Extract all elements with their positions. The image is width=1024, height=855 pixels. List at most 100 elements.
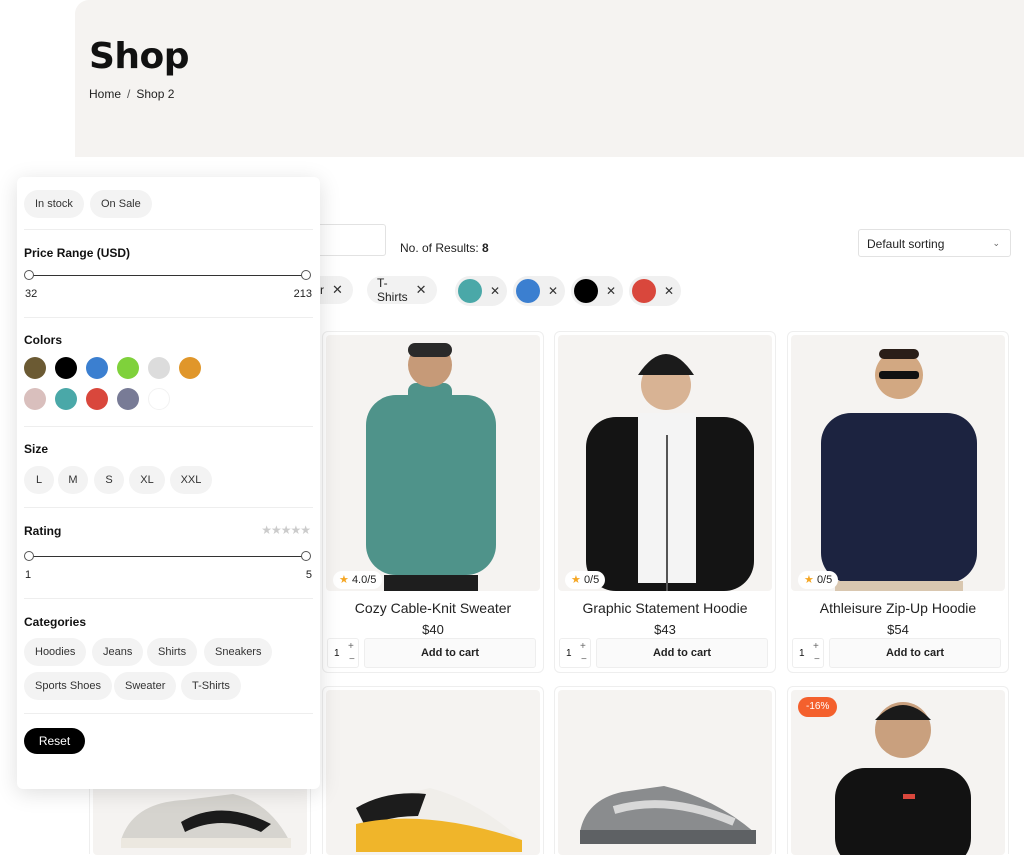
plus-icon[interactable]: + [348, 641, 354, 652]
divider [24, 713, 313, 714]
color-swatch[interactable] [86, 357, 108, 379]
active-filter-chip[interactable]: T-Shirts ✕ [367, 276, 437, 304]
product-card[interactable]: ★ 0/5 Athleisure Zip-Up Hoodie $54 1 + − A… [787, 331, 1009, 673]
product-image[interactable]: ★ 4.0/5 [326, 335, 540, 591]
category-sweater[interactable]: Sweater [114, 672, 177, 700]
active-color-chip[interactable]: ✕ [571, 276, 623, 306]
color-swatch[interactable] [148, 357, 170, 379]
product-price: $54 [887, 622, 909, 637]
categories-title: Categories [24, 615, 87, 629]
star-icon: ★ [804, 574, 814, 586]
filter-in-stock[interactable]: In stock [24, 190, 84, 218]
divider [24, 229, 313, 230]
close-icon[interactable]: ✕ [664, 284, 674, 298]
quantity-stepper[interactable]: 1 + − [559, 638, 591, 668]
star-icon: ★ [571, 574, 581, 586]
rating-badge: ★ 4.0/5 [333, 571, 383, 589]
product-title[interactable]: Cozy Cable-Knit Sweater [323, 600, 543, 616]
color-swatch[interactable] [117, 388, 139, 410]
category-t-shirts[interactable]: T-Shirts [181, 672, 241, 700]
size-option[interactable]: L [24, 466, 54, 494]
minus-icon[interactable]: − [349, 654, 355, 665]
color-swatch [458, 279, 482, 303]
slider-handle-max[interactable] [301, 551, 311, 561]
size-option[interactable]: XXL [170, 466, 212, 494]
reset-button[interactable]: Reset [24, 728, 85, 754]
size-option[interactable]: M [58, 466, 88, 494]
color-swatch[interactable] [179, 357, 201, 379]
slider-handle-max[interactable] [301, 270, 311, 280]
product-card[interactable]: ★ 4.0/5 Cozy Cable-Knit Sweater $40 1 + − … [322, 331, 544, 673]
category-sneakers[interactable]: Sneakers [204, 638, 273, 666]
add-to-cart-button[interactable]: Add to cart [364, 638, 536, 668]
active-color-chip[interactable]: ✕ [513, 276, 565, 306]
filter-on-sale[interactable]: On Sale [90, 190, 152, 218]
quantity-stepper[interactable]: 1 + − [792, 638, 824, 668]
minus-icon[interactable]: − [814, 654, 820, 665]
quantity-stepper[interactable]: 1 + − [327, 638, 359, 668]
star-icon: ★ [339, 574, 349, 586]
slider-handle-min[interactable] [24, 551, 34, 561]
divider [24, 598, 313, 599]
product-title[interactable]: Graphic Statement Hoodie [555, 600, 775, 616]
close-icon[interactable]: ✕ [416, 282, 427, 298]
slider-handle-min[interactable] [24, 270, 34, 280]
sort-select[interactable]: Default sorting ⌄ [858, 229, 1011, 257]
size-title: Size [24, 442, 49, 456]
breadcrumb-separator: / [127, 87, 131, 101]
close-icon[interactable]: ✕ [332, 282, 343, 298]
product-card[interactable]: -16% [787, 686, 1009, 855]
size-option[interactable]: S [94, 466, 124, 494]
color-swatch[interactable] [24, 388, 46, 410]
category-sports-shoes[interactable]: Sports Shoes [24, 672, 113, 700]
product-price: $40 [422, 622, 444, 637]
product-card[interactable]: ★ 0/5 Graphic Statement Hoodie $43 1 + − A… [554, 331, 776, 673]
page-hero: Shop Home / Shop 2 [75, 0, 1024, 157]
product-price: $43 [654, 622, 676, 637]
color-swatch [516, 279, 540, 303]
close-icon[interactable]: ✕ [490, 284, 500, 298]
color-swatch[interactable] [24, 357, 46, 379]
product-card[interactable] [322, 686, 544, 855]
active-color-chip[interactable]: ✕ [629, 276, 681, 306]
color-swatch[interactable] [55, 357, 77, 379]
product-image[interactable]: ★ 0/5 [558, 335, 772, 591]
category-hoodies[interactable]: Hoodies [24, 638, 87, 666]
rating-max-value: 5 [305, 569, 312, 581]
add-to-cart-button[interactable]: Add to cart [829, 638, 1001, 668]
active-color-chip[interactable]: ✕ [455, 276, 507, 306]
close-icon[interactable]: ✕ [548, 284, 558, 298]
rating-stars: ★★★★★ [261, 523, 311, 537]
color-swatch [632, 279, 656, 303]
plus-icon[interactable]: + [580, 641, 586, 652]
close-icon[interactable]: ✕ [606, 284, 616, 298]
breadcrumb: Home / Shop 2 [89, 87, 174, 101]
color-swatch[interactable] [86, 388, 108, 410]
chevron-down-icon: ⌄ [992, 238, 1000, 248]
product-image[interactable]: -16% [791, 690, 1005, 855]
results-count: No. of Results: 8 [400, 241, 489, 255]
add-to-cart-button[interactable]: Add to cart [596, 638, 768, 668]
minus-icon[interactable]: − [581, 654, 587, 665]
size-option[interactable]: XL [129, 466, 165, 494]
rating-badge: ★ 0/5 [565, 571, 606, 589]
rating-slider[interactable] [24, 551, 311, 561]
product-image[interactable]: ★ 0/5 [791, 335, 1005, 591]
divider [24, 317, 313, 318]
product-title[interactable]: Athleisure Zip-Up Hoodie [788, 600, 1008, 616]
color-swatch [574, 279, 598, 303]
product-card[interactable] [554, 686, 776, 855]
color-swatch[interactable] [117, 357, 139, 379]
divider [24, 507, 313, 508]
product-image[interactable] [558, 690, 772, 855]
plus-icon[interactable]: + [813, 641, 819, 652]
color-swatch[interactable] [148, 388, 170, 410]
color-swatch[interactable] [55, 388, 77, 410]
price-range-slider[interactable] [24, 270, 311, 280]
price-max-value: 213 [293, 288, 312, 300]
product-image[interactable] [326, 690, 540, 855]
rating-title: Rating [24, 524, 62, 538]
category-jeans[interactable]: Jeans [92, 638, 144, 666]
category-shirts[interactable]: Shirts [147, 638, 198, 666]
breadcrumb-home-link[interactable]: Home [89, 87, 121, 101]
